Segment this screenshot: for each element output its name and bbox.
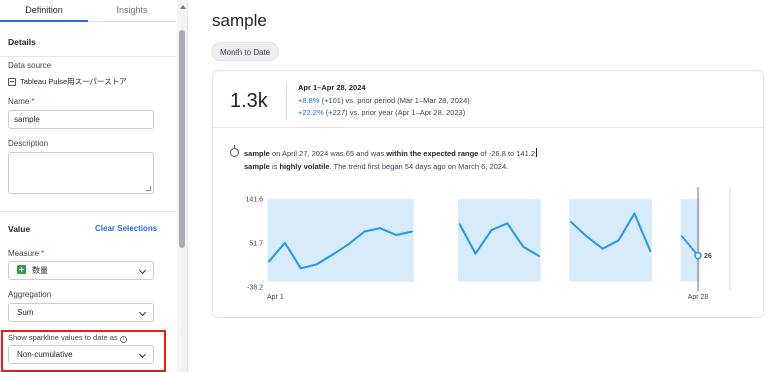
tab-insights[interactable]: Insights (88, 0, 176, 22)
name-label: Name * (8, 97, 34, 106)
expected-range-band (569, 199, 652, 282)
metric-card: 1.3k Apr 1–Apr 28, 2024 +8.8% (+101) vs.… (212, 70, 764, 318)
details-divider (0, 56, 176, 57)
page-title: sample (212, 11, 267, 30)
chevron-down-icon (138, 266, 147, 275)
highlight-annotation-box (1, 330, 166, 372)
y-tick-label: 51.7 (249, 241, 263, 248)
last-point-label: 26 (704, 253, 712, 260)
last-data-point (694, 251, 702, 260)
y-tick-label: -38.2 (247, 285, 263, 292)
data-source-label: Data source (8, 61, 52, 70)
description-textarea[interactable] (8, 152, 154, 194)
scroll-up-icon[interactable] (180, 5, 186, 9)
value-section-title: Value (8, 224, 31, 234)
scrollbar-thumb[interactable] (179, 30, 185, 248)
aggregation-select[interactable]: Sum (8, 303, 154, 322)
aggregation-label: Aggregation (8, 290, 52, 299)
measure-value: 数量 (32, 266, 48, 275)
details-section-title: Details (8, 37, 36, 47)
x-end-label: Apr 28 (688, 294, 709, 301)
description-label: Description (8, 139, 49, 148)
aggregation-value: Sum (17, 308, 34, 317)
name-label-text: Name (8, 97, 30, 106)
chevron-down-icon (138, 308, 147, 317)
sparkline-chart[interactable]: -38.2 51.7 141.6 26 Apr 1 Apr 28 (213, 71, 765, 319)
resize-grip-icon[interactable] (146, 186, 151, 191)
y-tick-label: 141.6 (245, 197, 263, 204)
measure-label-text: Measure (8, 249, 40, 258)
panel-tabs: Definition Insights (0, 0, 176, 22)
data-source-value: Tableau Pulse用スーパーストア (8, 76, 127, 87)
expected-range-band (458, 199, 541, 282)
expected-range-band (680, 199, 700, 282)
x-start-label: Apr 1 (267, 294, 284, 301)
measure-field-icon (17, 265, 26, 274)
expected-range-band (267, 199, 414, 282)
data-source-name: Tableau Pulse用スーパーストア (20, 77, 127, 86)
datasource-icon (8, 77, 16, 86)
panel-content: Details Data source Tableau Pulse用スーパースト… (0, 22, 176, 372)
name-input[interactable]: sample (8, 110, 154, 129)
required-marker: * (31, 97, 35, 106)
tab-definition[interactable]: Definition (0, 0, 88, 22)
time-range-chip[interactable]: Month to Date (211, 42, 280, 61)
required-marker: * (41, 249, 45, 258)
definition-panel: Definition Insights Details Data source … (0, 0, 188, 372)
value-divider (0, 211, 176, 212)
measure-label: Measure * (8, 249, 44, 258)
clear-selections-link[interactable]: Clear Selections (95, 224, 157, 233)
measure-select[interactable]: 数量 (8, 261, 154, 280)
